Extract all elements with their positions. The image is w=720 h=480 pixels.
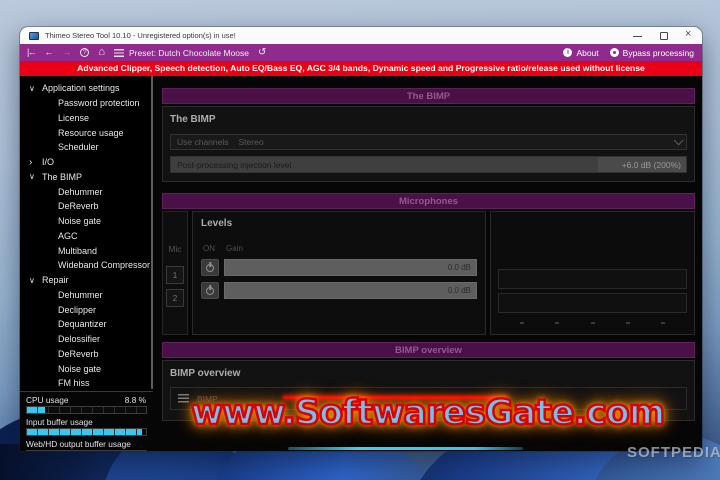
power-icon [206,286,214,295]
mic-1-gain-slider[interactable]: 0.0 dB [224,259,477,276]
chevron-collapsed-icon [29,157,42,168]
toolbar-right: i About Bypass processing [563,48,694,58]
on-column-label: ON [203,244,215,253]
section-header-the-bimp: The BIMP [162,88,695,104]
bypass-processing-button[interactable]: Bypass processing [609,48,694,58]
sidebar-item-resource-usage[interactable]: Resource usage [20,125,153,140]
sidebar-item-noise-gate[interactable]: Noise gate [20,214,153,229]
injection-level-slider[interactable]: Post-processing injection level +6.0 dB … [170,156,687,173]
undo-icon[interactable] [258,44,266,61]
sidebar: Application settings Password protection… [20,76,153,451]
input-buffer-label: Input buffer usage [26,416,93,427]
section-header-bimp-overview: BIMP overview [162,342,695,358]
status-panel: CPU usage 8.8 % Input buffer usage Web/H… [20,390,153,451]
help-icon[interactable] [80,48,90,57]
skip-to-start-icon[interactable] [27,44,35,61]
mic-2-level-meter [498,293,687,313]
mic-1-row: 0.0 dB [201,259,477,276]
softpedia-watermark: SOFTPEDIA [627,444,720,461]
home-icon[interactable] [98,44,105,61]
watermark-cyan-line [288,447,523,450]
sidebar-item-fm-hiss[interactable]: FM hiss [20,376,153,391]
sidebar-item-repair-dehummer[interactable]: Dehummer [20,288,153,303]
input-buffer-meter [26,427,147,436]
app-icon [29,31,39,40]
sidebar-item-wideband-compressor[interactable]: Wideband Compressor [20,258,153,273]
meter-scale-ticks [498,322,687,324]
preset-button[interactable]: Preset: Dutch Chocolate Moose [129,48,249,58]
cpu-usage-meter [26,405,147,414]
sidebar-item-license[interactable]: License [20,111,153,126]
bimp-panel: The BIMP Use channels Stereo Post-proces… [162,106,695,182]
preset-list-icon[interactable] [114,48,124,57]
settings-tree: Application settings Password protection… [20,76,153,391]
sidebar-item-agc[interactable]: AGC [20,229,153,244]
sidebar-item-repair-noise-gate[interactable]: Noise gate [20,361,153,376]
sidebar-item-dehummer[interactable]: Dehummer [20,184,153,199]
title-bar: Thimeo Stereo Tool 10.10 - Unregistered … [20,27,702,44]
window-controls [633,28,694,40]
info-icon: i [563,48,573,57]
web-buffer-label: Web/HD output buffer usage [26,438,131,449]
softwaresgate-watermark: www.SoftwaresGate.com [189,392,666,435]
sidebar-item-repair-dereverb[interactable]: DeReverb [20,347,153,362]
sidebar-item-the-bimp[interactable]: The BIMP [20,170,153,185]
close-button[interactable] [685,28,694,40]
levels-header: ON Gain [201,244,477,253]
injection-level-label: Post-processing injection level [171,157,598,172]
bimp-overview-title: BIMP overview [170,368,241,379]
back-icon[interactable] [44,44,53,61]
use-channels-label: Use channels [177,137,229,147]
mic-2-gain-slider[interactable]: 0.0 dB [224,282,477,299]
sidebar-item-io[interactable]: I/O [20,155,153,170]
sidebar-item-declipper[interactable]: Declipper [20,302,153,317]
mic-1-selector[interactable]: 1 [166,266,184,284]
mic-2-row: 0.0 dB [201,282,477,299]
cpu-usage-label: CPU usage [26,394,69,405]
sidebar-item-dequantizer[interactable]: Dequantizer [20,317,153,332]
about-button[interactable]: i About [563,48,599,58]
microphones-panel: Mic 1 2 Levels ON Gain 0.0 dB 0.0 dB [162,211,695,335]
levels-title: Levels [201,218,233,229]
use-channels-dropdown[interactable]: Use channels Stereo [170,134,687,150]
bypass-icon [609,48,619,57]
bimp-panel-title: The BIMP [170,114,216,125]
gain-column-label: Gain [226,244,243,253]
sidebar-item-password-protection[interactable]: Password protection [20,96,153,111]
app-window: Thimeo Stereo Tool 10.10 - Unregistered … [20,27,702,451]
mic-column-label: Mic [168,244,182,254]
mic-1-level-meter [498,269,687,289]
mic-column: Mic 1 2 [162,211,188,335]
mic-1-power-button[interactable] [201,259,219,276]
sidebar-item-application-settings[interactable]: Application settings [20,81,153,96]
mic-meters-panel [490,211,695,335]
use-channels-value: Stereo [238,137,264,147]
maximize-button[interactable] [659,31,668,40]
chevron-expanded-icon [29,276,42,285]
chevron-expanded-icon [29,172,42,181]
chevron-down-icon [673,134,684,145]
license-warning-banner: Advanced Clipper, Speech detection, Auto… [20,61,702,76]
section-header-microphones: Microphones [162,193,695,209]
toolbar: Preset: Dutch Chocolate Moose i About By… [20,44,702,61]
forward-icon[interactable] [62,44,71,61]
mic-2-power-button[interactable] [201,282,219,299]
sidebar-item-dereverb[interactable]: DeReverb [20,199,153,214]
chevron-expanded-icon [29,84,42,93]
sidebar-item-repair[interactable]: Repair [20,273,153,288]
sidebar-item-scheduler[interactable]: Scheduler [20,140,153,155]
minimize-button[interactable] [633,31,642,40]
sidebar-item-multiband[interactable]: Multiband [20,243,153,258]
mic-2-selector[interactable]: 2 [166,289,184,307]
power-icon [206,263,214,272]
levels-panel: Levels ON Gain 0.0 dB 0.0 dB [192,211,486,335]
web-buffer-meter [26,449,147,451]
injection-level-value: +6.0 dB (200%) [598,157,686,172]
sidebar-scrollbar[interactable] [151,76,153,389]
window-title: Thimeo Stereo Tool 10.10 - Unregistered … [45,31,236,40]
sidebar-item-delossifier[interactable]: Delossifier [20,332,153,347]
